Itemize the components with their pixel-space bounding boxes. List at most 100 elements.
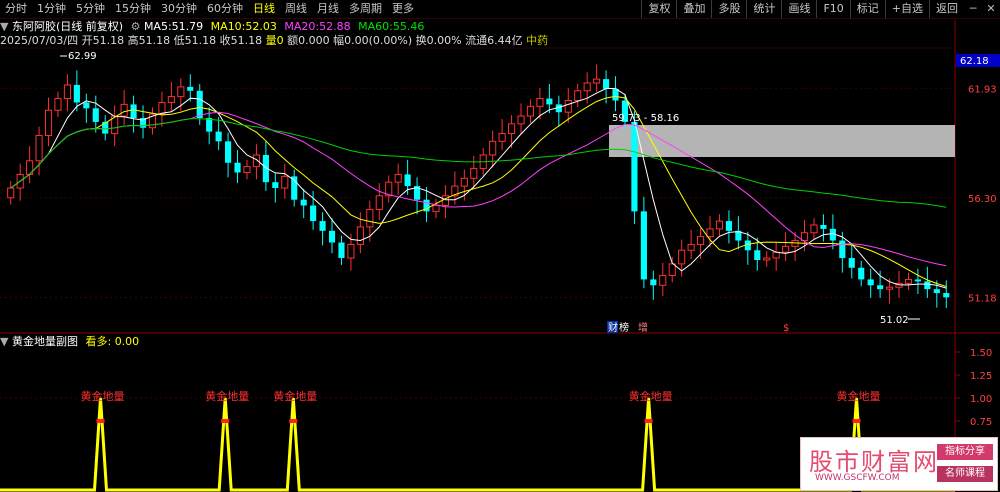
candle-body [631, 121, 638, 212]
signal-dot-1 [221, 419, 230, 423]
watermark-main: 股市财富网 [809, 448, 939, 476]
sub-title: 黄金地量副图 [11, 335, 78, 348]
signal-dot-2 [289, 419, 298, 423]
candle-body [593, 78, 601, 84]
candle-body [177, 86, 185, 98]
candle-body [130, 104, 137, 119]
watermark-url: WWW.GSCFW.COM [815, 473, 900, 483]
candle-body [252, 154, 260, 168]
candle-body [715, 220, 724, 230]
event-label-bang: 榜 [619, 321, 629, 334]
signal-label-4: 黄金地量 [837, 389, 881, 403]
candle-body [206, 118, 213, 132]
candle-body [92, 108, 99, 122]
candle-body [706, 228, 714, 238]
candle-body [366, 208, 374, 228]
signal-dot-0 [96, 419, 105, 423]
sub-axis-label-2: 1.00 [970, 394, 992, 405]
candle-body [754, 250, 761, 260]
signal-dot-4 [852, 419, 861, 423]
candle-body [772, 251, 780, 259]
candle-body [63, 84, 71, 100]
candle-body [460, 177, 468, 187]
candle-body [546, 98, 553, 105]
candle-body [603, 79, 610, 89]
candle-body [933, 289, 940, 294]
price-axis-label-2: 51.18 [968, 293, 997, 304]
candle-body [35, 135, 43, 162]
candle-body [877, 285, 884, 290]
candle-body [517, 115, 525, 125]
candle-body [659, 275, 667, 286]
price-axis-label-0: 61.93 [968, 84, 997, 95]
candle-body [120, 103, 128, 117]
watermark-logo: 股市财富网 WWW.GSCFW.COM 指标分享 名师课程 [800, 437, 998, 491]
candle-body [196, 90, 203, 119]
candle-body [820, 224, 827, 229]
candle-body [574, 90, 582, 102]
candle-body [243, 166, 251, 173]
candle-body [678, 249, 686, 265]
sub-chart-info: ▼ 黄金地量副图 看多: 0.00 [0, 334, 139, 349]
candle-body [782, 245, 790, 253]
watermark-tag1: 指标分享 [937, 444, 993, 460]
candle-body [73, 84, 80, 103]
candle-body [347, 243, 355, 259]
gap-zone [609, 125, 955, 157]
high-price-label: 62.99 [68, 51, 97, 62]
candle-body [943, 293, 950, 298]
price-axis-label-1: 56.30 [968, 194, 997, 205]
candle-body [328, 230, 336, 243]
candle-body [356, 226, 364, 245]
sub-indicator-value: 0.00 [114, 335, 140, 348]
candle-body [7, 187, 15, 199]
sub-collapse-icon[interactable]: ▼ [0, 335, 8, 348]
candle-body [536, 98, 544, 107]
signal-label-1: 黄金地量 [205, 389, 249, 403]
current-price-label: 62.18 [960, 56, 989, 67]
sub-axis-label-3: 0.75 [970, 417, 992, 428]
candle-body [526, 105, 535, 117]
candle-body [668, 263, 676, 277]
candle-body [432, 205, 440, 212]
event-label-cai: 财 [608, 321, 618, 334]
candle-body [225, 141, 232, 163]
candle-body [338, 242, 345, 259]
sub-axis-label-0: 1.50 [970, 348, 992, 359]
candle-body [310, 205, 317, 222]
candle-body [725, 221, 732, 231]
candle-body [904, 278, 913, 284]
candle-body [281, 175, 289, 189]
candle-body [498, 133, 506, 142]
candle-body [234, 162, 241, 173]
candle-body [158, 101, 166, 115]
candle-body [800, 232, 809, 242]
sub-indicator-label: 看多: [85, 335, 112, 348]
candle-body [470, 168, 478, 179]
kline-chart[interactable]: 62.99 59.73 - 58.16 51.02 财榜增 $61.93 56.30 51.… [0, 0, 1000, 492]
low-price-label: 51.02 [880, 315, 909, 326]
candle-body [848, 258, 855, 268]
event-label-s: $ [783, 323, 789, 334]
candle-body [508, 123, 516, 135]
candle-body [564, 100, 572, 113]
candle-body [404, 174, 411, 187]
candle-body [394, 173, 402, 183]
candle-body [612, 88, 619, 101]
signal-dot-3 [644, 419, 653, 423]
candle-body [650, 279, 657, 286]
candle-body [697, 236, 705, 245]
sub-axis-label-1: 1.25 [970, 371, 992, 382]
candle-body [763, 257, 771, 261]
candle-body [187, 86, 194, 91]
candle-body [924, 281, 931, 290]
candle-body [914, 279, 921, 282]
candle-body [867, 279, 874, 286]
signal-label-0: 黄金地量 [81, 389, 125, 403]
candle-body [583, 82, 591, 92]
candle-body [839, 240, 846, 259]
candle-body [167, 96, 175, 103]
candle-body [640, 211, 647, 280]
candle-body [272, 182, 279, 189]
candle-body [300, 199, 307, 206]
